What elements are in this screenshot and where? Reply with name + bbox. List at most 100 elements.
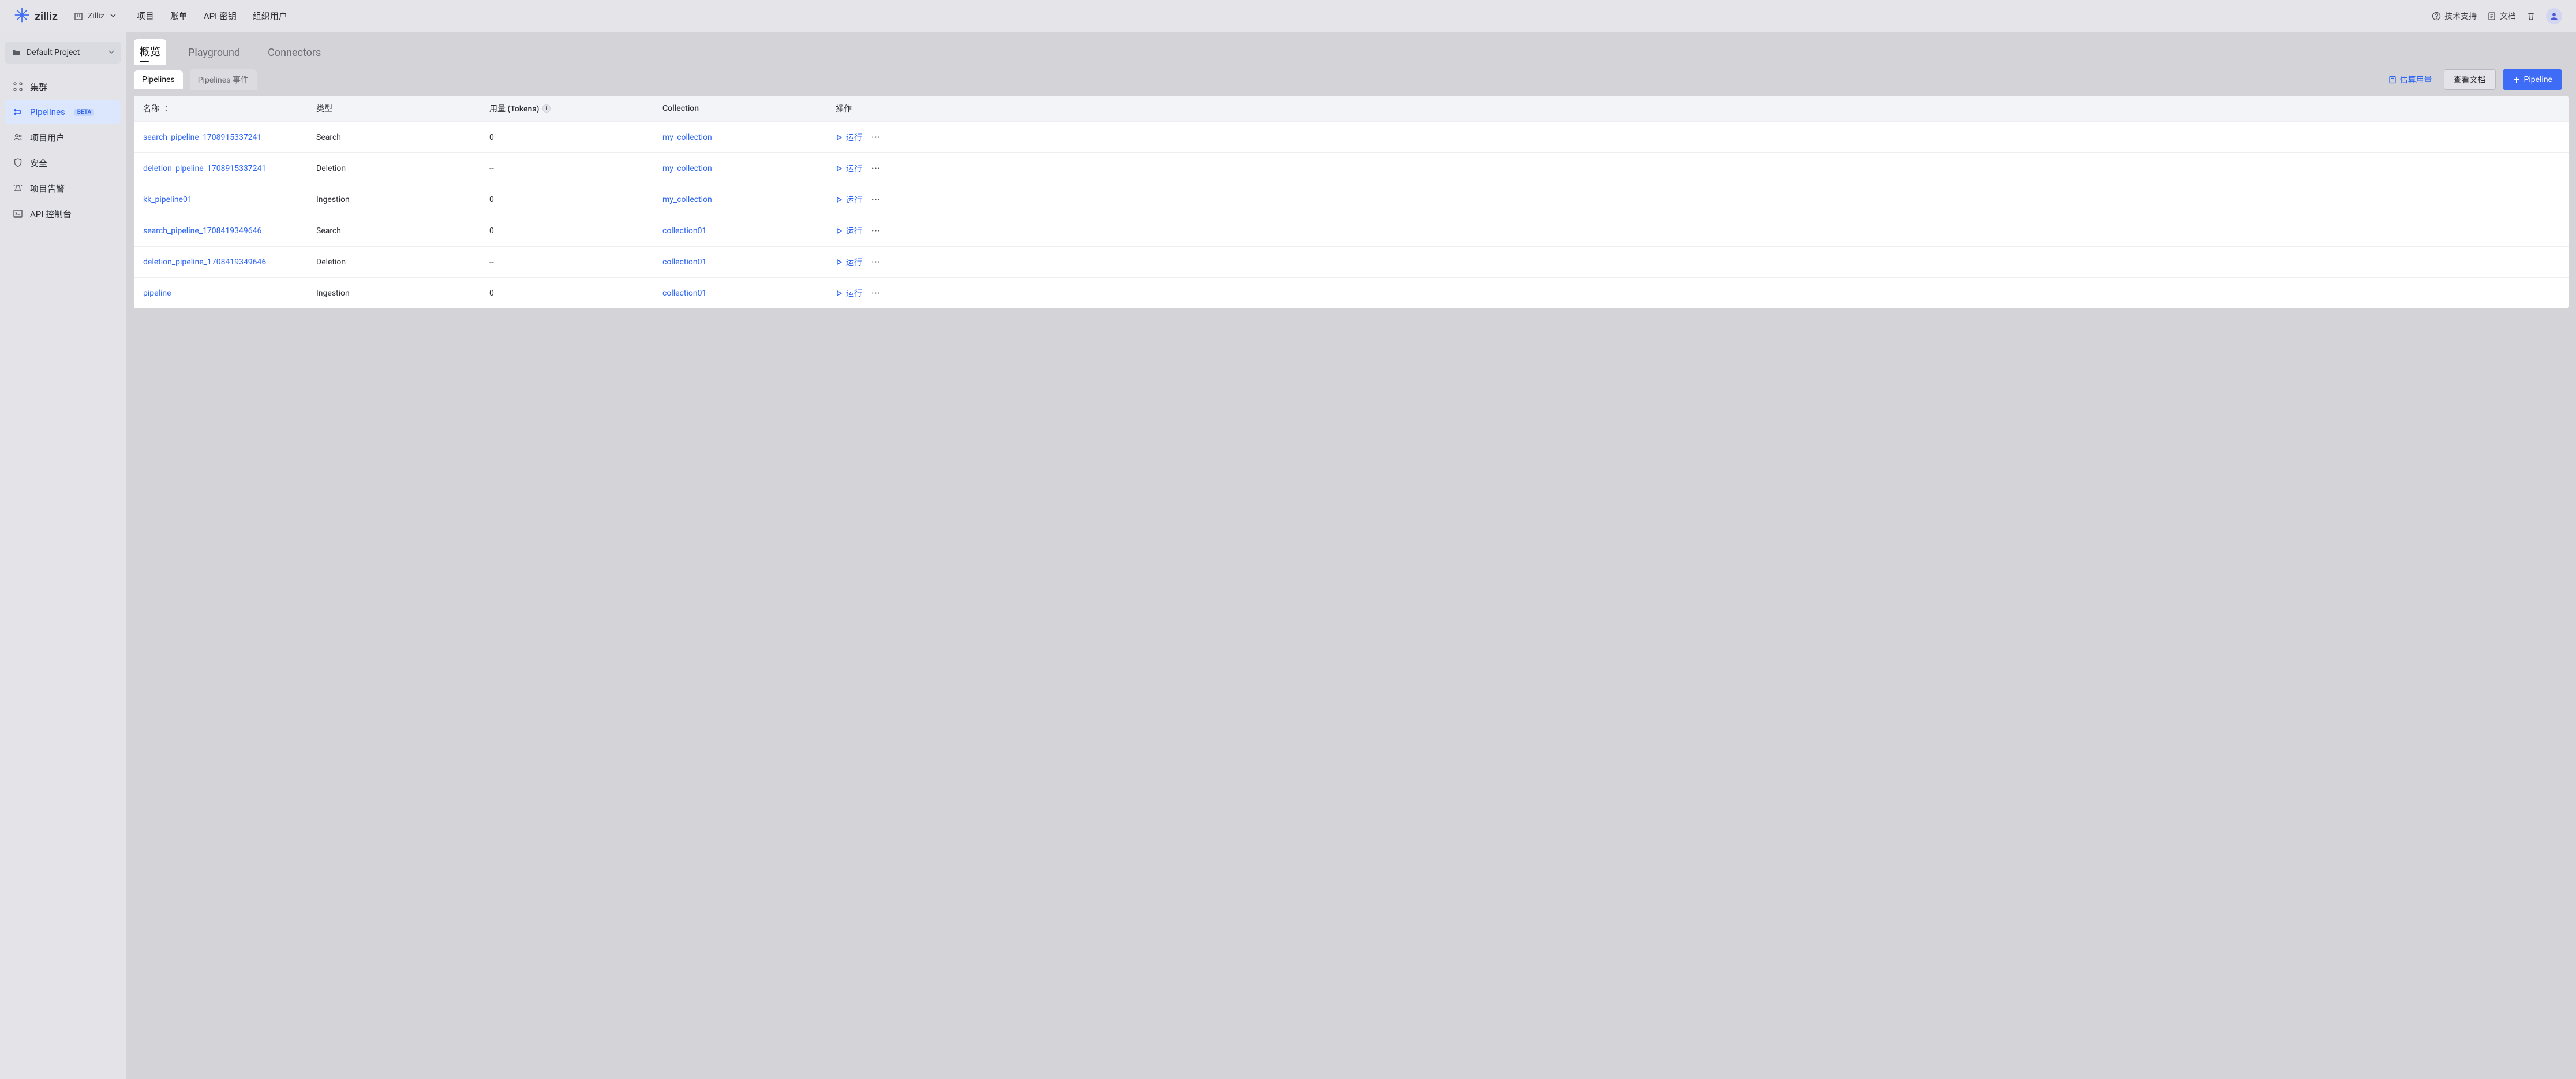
tab-connectors[interactable]: Connectors bbox=[262, 42, 327, 65]
sidebar-item-label: Pipelines bbox=[30, 107, 65, 117]
cell-usage: 0 bbox=[489, 226, 662, 236]
row-more-button[interactable]: ··· bbox=[870, 257, 882, 267]
play-icon bbox=[836, 227, 843, 234]
run-button[interactable]: 运行 bbox=[836, 194, 862, 206]
table-header: 名称 类型 用量 (Tokens) i Collection 操作 bbox=[134, 96, 2569, 121]
header-right: 技术支持 文档 bbox=[2432, 8, 2562, 24]
estimate-usage-link[interactable]: 估算用量 bbox=[2388, 74, 2432, 85]
new-pipeline-button[interactable]: Pipeline bbox=[2503, 69, 2563, 90]
cell-usage: 0 bbox=[489, 289, 662, 298]
run-label: 运行 bbox=[846, 256, 862, 268]
row-more-button[interactable]: ··· bbox=[870, 289, 882, 298]
sidebar-item-project-users[interactable]: 项目用户 bbox=[5, 126, 121, 149]
cell-usage: 0 bbox=[489, 195, 662, 204]
sidebar-item-pipelines[interactable]: Pipelines BETA bbox=[5, 100, 121, 124]
cell-type: Search bbox=[316, 133, 489, 142]
play-icon bbox=[836, 259, 843, 266]
sidebar: Default Project 集群 Pipelines BETA bbox=[0, 32, 126, 1079]
caret-down-icon bbox=[108, 48, 114, 57]
pipeline-name-link[interactable]: kk_pipeline01 bbox=[143, 195, 192, 204]
sidebar-item-label: API 控制台 bbox=[30, 208, 72, 220]
run-button[interactable]: 运行 bbox=[836, 163, 862, 174]
run-button[interactable]: 运行 bbox=[836, 256, 862, 268]
nav-projects[interactable]: 项目 bbox=[137, 10, 154, 22]
sort-icon bbox=[163, 105, 170, 112]
tab-overview[interactable]: 概览 bbox=[134, 39, 166, 65]
table-row: search_pipeline_1708915337241 Search0my_c… bbox=[134, 121, 2569, 152]
collection-link[interactable]: my_collection bbox=[662, 133, 712, 142]
project-selector[interactable]: Default Project bbox=[5, 42, 121, 64]
cell-type: Ingestion bbox=[316, 289, 489, 298]
sidebar-item-label: 安全 bbox=[30, 157, 47, 169]
pipeline-name-link[interactable]: deletion_pipeline_1708915337241 bbox=[143, 164, 266, 173]
sidebar-item-alerts[interactable]: 项目告警 bbox=[5, 177, 121, 200]
plus-icon bbox=[2513, 76, 2521, 84]
user-avatar[interactable] bbox=[2546, 8, 2562, 24]
col-collection: Collection bbox=[662, 104, 836, 113]
nav-billing[interactable]: 账单 bbox=[170, 10, 188, 22]
pipeline-name-link[interactable]: pipeline bbox=[143, 289, 171, 298]
cell-usage: -- bbox=[489, 164, 662, 173]
pipeline-name-link[interactable]: search_pipeline_1708419349646 bbox=[143, 226, 261, 236]
sidebar-item-security[interactable]: 安全 bbox=[5, 151, 121, 174]
collection-link[interactable]: collection01 bbox=[662, 289, 706, 298]
docs-label: 文档 bbox=[2500, 10, 2516, 22]
shield-icon bbox=[13, 158, 23, 168]
row-more-button[interactable]: ··· bbox=[870, 195, 882, 204]
collection-link[interactable]: my_collection bbox=[662, 164, 712, 173]
run-label: 运行 bbox=[846, 163, 862, 174]
logo[interactable]: zilliz bbox=[14, 7, 58, 25]
user-icon bbox=[2549, 11, 2559, 21]
sidebar-item-label: 项目用户 bbox=[30, 132, 65, 144]
trash-icon bbox=[2526, 12, 2536, 21]
play-icon bbox=[836, 134, 843, 141]
subtab-pipelines[interactable]: Pipelines bbox=[134, 70, 183, 89]
cell-type: Deletion bbox=[316, 164, 489, 173]
collection-link[interactable]: my_collection bbox=[662, 195, 712, 204]
pipeline-name-link[interactable]: deletion_pipeline_1708419349646 bbox=[143, 257, 266, 267]
table-row: deletion_pipeline_1708419349646Deletion-… bbox=[134, 246, 2569, 277]
run-button[interactable]: 运行 bbox=[836, 225, 862, 237]
sidebar-item-api-console[interactable]: API 控制台 bbox=[5, 202, 121, 225]
row-more-button[interactable]: ··· bbox=[870, 133, 882, 142]
sub-tabs-row: Pipelines Pipelines 事件 估算用量 查看文档 Pipel bbox=[126, 65, 2576, 96]
cluster-icon bbox=[13, 81, 23, 92]
nav-api-keys[interactable]: API 密钥 bbox=[204, 10, 237, 22]
collection-link[interactable]: collection01 bbox=[662, 226, 706, 236]
docs-link[interactable]: 文档 bbox=[2487, 10, 2516, 22]
table-row: pipeline Ingestion0collection01 运行 ··· bbox=[134, 277, 2569, 308]
support-link[interactable]: 技术支持 bbox=[2432, 10, 2477, 22]
document-icon bbox=[2487, 12, 2496, 21]
table-row: search_pipeline_1708419349646 Search0coll… bbox=[134, 215, 2569, 246]
logo-text: zilliz bbox=[35, 9, 58, 23]
subtab-events[interactable]: Pipelines 事件 bbox=[190, 69, 257, 90]
question-circle-icon bbox=[2432, 12, 2441, 21]
cell-type: Deletion bbox=[316, 257, 489, 267]
row-more-button[interactable]: ··· bbox=[870, 164, 882, 173]
info-icon[interactable]: i bbox=[542, 104, 551, 113]
project-name: Default Project bbox=[27, 48, 80, 57]
nav-org-users[interactable]: 组织用户 bbox=[253, 10, 287, 22]
run-button[interactable]: 运行 bbox=[836, 132, 862, 143]
org-selector[interactable]: Zilliz bbox=[69, 9, 121, 23]
row-more-button[interactable]: ··· bbox=[870, 226, 882, 236]
users-icon bbox=[13, 132, 23, 143]
col-type: 类型 bbox=[316, 103, 489, 114]
sidebar-item-label: 集群 bbox=[30, 81, 47, 93]
view-docs-button[interactable]: 查看文档 bbox=[2444, 69, 2496, 90]
support-label: 技术支持 bbox=[2444, 10, 2477, 22]
col-actions: 操作 bbox=[836, 103, 2560, 114]
col-label: 用量 (Tokens) bbox=[489, 103, 539, 114]
col-name[interactable]: 名称 bbox=[143, 103, 316, 114]
sidebar-item-clusters[interactable]: 集群 bbox=[5, 75, 121, 98]
trash-button[interactable] bbox=[2526, 12, 2536, 21]
tab-playground[interactable]: Playground bbox=[182, 42, 246, 65]
pipeline-name-link[interactable]: search_pipeline_1708915337241 bbox=[143, 133, 261, 142]
cell-type: Search bbox=[316, 226, 489, 236]
top-header: zilliz Zilliz 项目 账单 API 密钥 组织用户 技术支持 bbox=[0, 0, 2576, 32]
beta-badge: BETA bbox=[74, 109, 94, 116]
collection-link[interactable]: collection01 bbox=[662, 257, 706, 267]
sidebar-item-label: 项目告警 bbox=[30, 182, 65, 195]
run-button[interactable]: 运行 bbox=[836, 288, 862, 299]
cell-usage: 0 bbox=[489, 133, 662, 142]
